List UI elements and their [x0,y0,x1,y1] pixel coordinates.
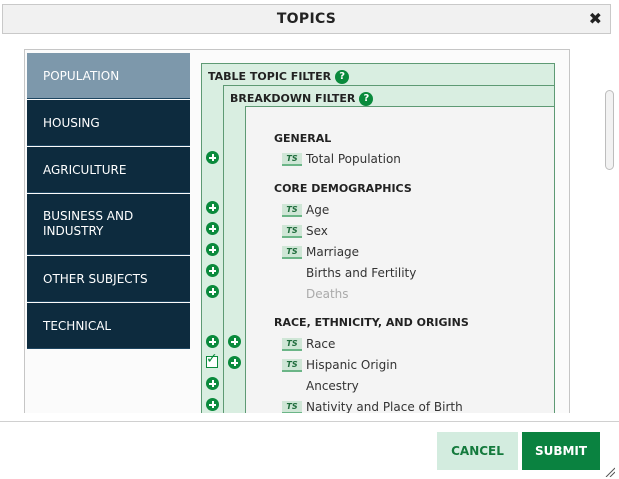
add-total-population-table-filter-icon[interactable] [206,151,219,164]
ts-badge: TS [282,359,302,372]
breakdown-filter-label: BREAKDOWN FILTER? [230,92,374,106]
topic-marriage[interactable]: Marriage [306,244,359,260]
help-icon[interactable]: ? [359,92,374,106]
sidebar-item-label: HOUSING [43,115,100,130]
dialog-title: TOPICS [276,11,337,27]
ts-badge: TS [282,246,302,259]
cancel-button[interactable]: CANCEL [437,432,518,470]
ts-badge: TS [282,153,302,166]
add-sex-table-filter-icon[interactable] [206,222,219,235]
dialog-titlebar: TOPICS ✖ [2,4,611,34]
topic-category-sidebar: POPULATION HOUSING AGRICULTURE BUSINESS … [27,53,190,350]
add-ancestry-table-filter-icon[interactable] [206,377,219,390]
topic-total-population[interactable]: Total Population [306,151,401,167]
topic-sex[interactable]: Sex [306,223,328,239]
topic-deaths: Deaths [306,287,349,301]
footer-divider [0,421,619,422]
topic-hispanic-origin[interactable]: Hispanic Origin [306,357,397,373]
group-heading-race-ethnicity-origins: RACE, ETHNICITY, AND ORIGINS [274,316,469,329]
sidebar-item-agriculture[interactable]: AGRICULTURE [27,147,190,193]
submit-button[interactable]: SUBMIT [522,432,600,470]
scrollbar-thumb[interactable] [605,90,614,170]
sidebar-item-technical[interactable]: TECHNICAL [27,303,190,349]
sidebar-item-label: AGRICULTURE [43,162,127,177]
hispanic-origin-selected-checkbox[interactable]: ✓ [206,351,218,368]
sidebar-item-label: OTHER SUBJECTS [43,271,148,286]
topic-nativity-and-place-of-birth[interactable]: Nativity and Place of Birth [306,399,463,413]
resize-grip-icon[interactable] [605,467,615,477]
ts-badge: TS [282,401,302,413]
ts-badge: TS [282,225,302,238]
vertical-scrollbar[interactable] [603,40,617,413]
topic-births-and-fertility[interactable]: Births and Fertility [306,265,416,281]
add-nativity-table-filter-icon[interactable] [206,398,219,411]
add-births-table-filter-icon[interactable] [206,264,219,277]
sidebar-item-label: TECHNICAL [43,318,112,333]
sidebar-item-other-subjects[interactable]: OTHER SUBJECTS [27,256,190,302]
help-icon[interactable]: ? [335,70,350,84]
add-race-table-filter-icon[interactable] [206,335,219,348]
group-heading-core-demographics: CORE DEMOGRAPHICS [274,182,412,195]
close-icon[interactable]: ✖ [589,10,602,28]
sidebar-item-population[interactable]: POPULATION [27,53,190,99]
group-heading-general: GENERAL [274,132,332,145]
sidebar-item-label: BUSINESS AND INDUSTRY [43,209,134,238]
add-marriage-table-filter-icon[interactable] [206,243,219,256]
add-race-breakdown-filter-icon[interactable] [228,335,241,348]
topics-scroll-area: POPULATION HOUSING AGRICULTURE BUSINESS … [0,40,603,413]
topic-ancestry[interactable]: Ancestry [306,378,359,394]
ts-badge: TS [282,204,302,217]
ts-badge: TS [282,338,302,351]
sidebar-item-label: POPULATION [43,68,120,83]
sidebar-item-housing[interactable]: HOUSING [27,100,190,146]
topic-race[interactable]: Race [306,336,335,352]
add-hispanic-origin-breakdown-filter-icon[interactable] [228,356,241,369]
topic-age[interactable]: Age [306,202,329,218]
add-deaths-table-filter-icon[interactable] [206,285,219,298]
add-age-table-filter-icon[interactable] [206,201,219,214]
table-topic-filter-label: TABLE TOPIC FILTER? [208,70,350,84]
sidebar-item-business-and-industry[interactable]: BUSINESS AND INDUSTRY [27,194,190,255]
